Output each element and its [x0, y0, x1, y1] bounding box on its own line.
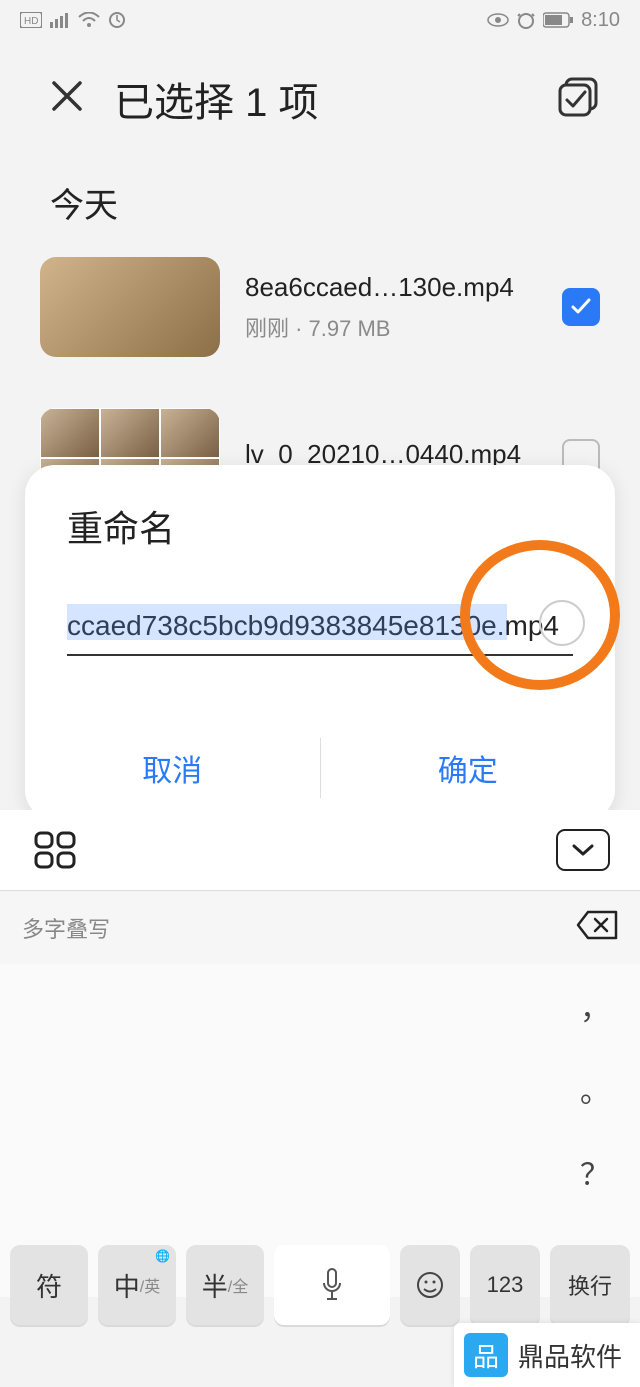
- keyboard-collapse-icon[interactable]: [556, 829, 610, 871]
- file-info: 8ea6ccaed…130e.mp4 刚刚 · 7.97 MB: [245, 272, 562, 343]
- watermark-text: 鼎品软件: [518, 1337, 622, 1374]
- close-icon[interactable]: [50, 74, 84, 124]
- symbol-key-comma[interactable]: ，: [550, 964, 640, 1047]
- page-title: 已选择 1 项: [114, 70, 318, 128]
- file-checkbox[interactable]: [562, 288, 600, 326]
- file-name: 8ea6ccaed…130e.mp4: [245, 272, 562, 303]
- status-bar: HD 8:10: [0, 0, 640, 40]
- watermark-logo: 品: [464, 1333, 508, 1377]
- hd-icon: HD: [20, 12, 42, 28]
- emoji-key[interactable]: [400, 1245, 460, 1325]
- language-key[interactable]: 🌐 中/英: [98, 1245, 176, 1325]
- input-container: [25, 582, 615, 666]
- alarm-icon: [517, 11, 535, 29]
- eye-icon: [487, 13, 509, 27]
- file-meta: 刚刚 · 7.97 MB: [245, 311, 562, 343]
- number-key[interactable]: 123: [470, 1245, 540, 1325]
- confirm-button[interactable]: 确定: [321, 716, 616, 820]
- battery-icon: [543, 12, 573, 28]
- width-mode-key[interactable]: 半/全: [186, 1245, 264, 1325]
- symbol-key-period[interactable]: 。: [550, 1047, 640, 1130]
- select-all-icon[interactable]: [556, 75, 600, 124]
- status-right: 8:10: [487, 9, 620, 32]
- watermark: 品 鼎品软件: [454, 1323, 640, 1387]
- section-heading: 今天: [0, 158, 640, 247]
- rename-input[interactable]: [67, 602, 573, 656]
- keyboard-menu-icon[interactable]: [30, 830, 80, 870]
- globe-icon: 🌐: [155, 1249, 170, 1263]
- dialog-actions: 取消 确定: [25, 716, 615, 820]
- rename-dialog: 重命名 取消 确定: [25, 465, 615, 820]
- status-time: 8:10: [581, 9, 620, 32]
- space-key[interactable]: [274, 1245, 390, 1325]
- wifi-icon: [78, 12, 100, 28]
- dialog-title: 重命名: [25, 500, 615, 582]
- selection-header: 已选择 1 项: [0, 40, 640, 158]
- symbol-mode-key[interactable]: 符: [10, 1245, 88, 1325]
- file-row[interactable]: 8ea6ccaed…130e.mp4 刚刚 · 7.97 MB: [40, 247, 600, 368]
- cancel-button[interactable]: 取消: [25, 716, 320, 820]
- symbol-key-question[interactable]: ？: [550, 1131, 640, 1214]
- keyboard-bottom-row: 符 🌐 中/英 半/全 123 换行: [0, 1245, 640, 1325]
- keyboard-toolbar: [0, 810, 640, 890]
- backspace-icon[interactable]: [576, 910, 618, 945]
- mic-icon: [318, 1265, 346, 1305]
- svg-text:HD: HD: [24, 16, 38, 27]
- enter-key[interactable]: 换行: [550, 1245, 630, 1325]
- video-thumbnail: [40, 257, 220, 357]
- status-left: HD: [20, 11, 126, 29]
- sync-icon: [108, 11, 126, 29]
- signal-icon: [50, 12, 70, 28]
- emoji-icon: [415, 1270, 445, 1300]
- handwriting-mode-label: 多字叠写: [22, 912, 110, 944]
- clear-input-icon[interactable]: [539, 600, 585, 646]
- candidate-bar: 多字叠写: [0, 890, 640, 964]
